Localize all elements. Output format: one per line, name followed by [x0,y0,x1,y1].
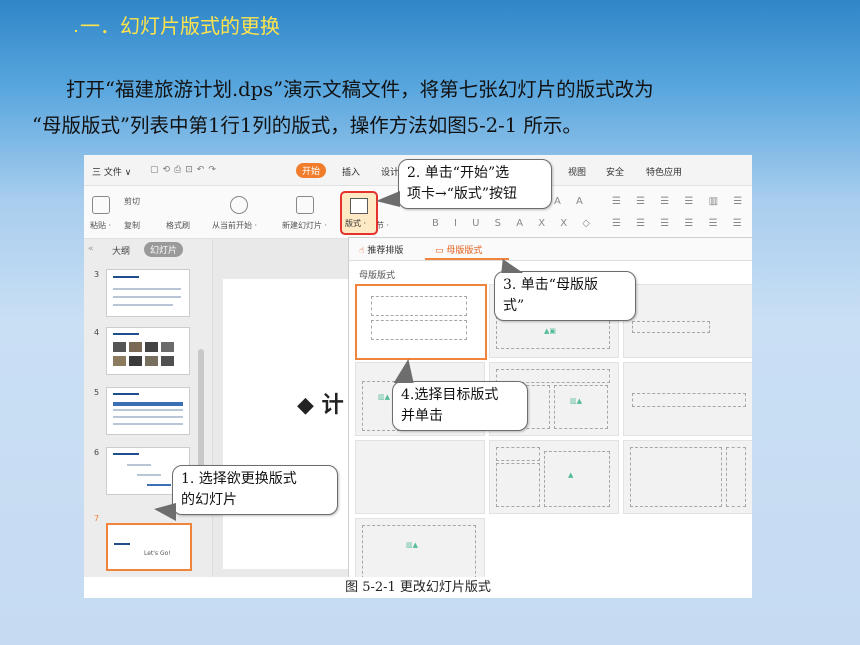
chart-picture-icon: ▥▲ [406,541,418,549]
paste-button[interactable]: 粘贴 · [90,220,111,231]
tab-slides[interactable]: 幻灯片 [144,242,184,257]
pane-scrollbar[interactable] [198,349,204,469]
callout-step-3: 3. 单击“母版版 式” [494,271,636,321]
thumb-up-icon: ☝ [359,246,365,256]
play-from-current-button[interactable]: 从当前开始 · [212,220,257,231]
tab-security[interactable]: 安全 [606,165,624,178]
callout-2-tail [376,191,400,207]
thumb-number: 4 [94,328,100,337]
thumb-number: 6 [94,448,100,457]
layout-option-r3c1[interactable] [355,440,485,514]
app-screenshot: 三 文件 ∨ ▢⟲⎙⊡↶↷ 开始 插入 设计 视图 安全 特色应用 粘贴 · 剪… [84,155,752,598]
tab-outline[interactable]: 大纲 [112,244,130,257]
master-layout-section-label: 母版版式 [359,271,396,281]
tab-recommended-layout[interactable]: ☝ 推荐排版 [359,243,403,256]
picture-icon: ▲ [568,471,574,479]
thumb-number: 5 [94,388,100,397]
new-slide-icon [296,196,314,214]
instruction-paragraph: 打开“福建旅游计划.dps”演示文稿文件，将第七张幻灯片的版式改为 “母版版式”… [32,72,832,144]
layout-option-r1c3[interactable] [623,284,752,358]
instruction-line-1: 打开“福建旅游计划.dps”演示文稿文件，将第七张幻灯片的版式改为 [66,78,654,101]
figure-caption: 图 5-2-1 更改幻灯片版式 [84,577,752,598]
tab-special[interactable]: 特色应用 [646,165,682,178]
cut-button[interactable]: 剪切 [124,196,140,207]
slide-thumbnail-4[interactable] [106,327,190,375]
instruction-line-2: “母版版式”列表中第1行1列的版式，操作方法如图5-2-1 所示。 [32,114,582,137]
chart-picture-icon: ▲▣ [544,327,556,335]
chart-picture-icon: ▥▲ [378,393,390,401]
slide-thumbnail-5[interactable] [106,387,190,435]
collapse-icon[interactable]: « [88,244,94,254]
slide-thumbnail-3[interactable] [106,269,190,317]
thumb-number: 3 [94,270,100,279]
paste-icon [92,196,110,214]
quick-access-icons: ▢⟲⎙⊡↶↷ [150,165,220,175]
callout-step-4: 4.选择目标版式 并单击 [392,381,528,431]
font-size-icons: A A [554,196,589,207]
tab-start[interactable]: 开始 [296,163,327,178]
layout-option-r1c1[interactable] [355,284,487,360]
slides-pane: « 大纲 幻灯片 3 4 5 6 7 Let's Go! [84,239,213,598]
popup-tabs: ☝ 推荐排版 ▭ 母版版式 [349,238,752,261]
heading-bullet-dot [75,30,77,32]
layout-option-r3c2[interactable]: ▲ [489,440,619,514]
copy-button[interactable]: 复制 [124,220,140,231]
layout-option-r2c3[interactable] [623,362,752,436]
thumb-number: 7 [94,514,100,523]
layout-option-r3c3[interactable] [623,440,752,514]
slide-heading: 一．幻灯片版式的更换 [80,14,280,38]
callout-step-1: 1. 选择欲更换版式 的幻灯片 [172,465,338,515]
font-format-icons: B I U S A X X ◇ [432,218,596,229]
callout-step-2: 2. 单击“开始”选 项卡→“版式”按钮 [398,159,552,209]
layout-icon: ▭ [435,246,444,256]
tab-design[interactable]: 设计 [381,165,399,178]
new-slide-button[interactable]: 新建幻灯片 · [282,220,327,231]
file-menu[interactable]: 三 文件 ∨ [92,165,131,178]
slide7-thumb-text: Let's Go! [144,550,171,557]
pane-tabs: « 大纲 幻灯片 [84,239,212,261]
slide-thumbnail-7[interactable]: Let's Go! [106,523,192,571]
layout-icon [350,198,368,214]
slide-heading-text: ◆ 计 [297,393,344,418]
format-painter-button[interactable]: 格式刷 [166,220,190,231]
tab-master-layout[interactable]: ▭ 母版版式 [435,243,482,256]
tab-view[interactable]: 视图 [568,165,586,178]
chart-picture-icon: ▥▲ [570,397,582,405]
callout-1-tail [154,503,176,521]
tab-insert[interactable]: 插入 [342,165,360,178]
play-icon [230,196,248,214]
list-icons: ☰ ☰ ☰ ☰ ▥ ☰ [612,196,749,207]
layout-button[interactable]: 版式 · [340,191,378,235]
layout-button-label: 版式 · [345,219,367,228]
align-icons: ☰ ☰ ☰ ☰ ☰ ☰ [612,218,748,229]
